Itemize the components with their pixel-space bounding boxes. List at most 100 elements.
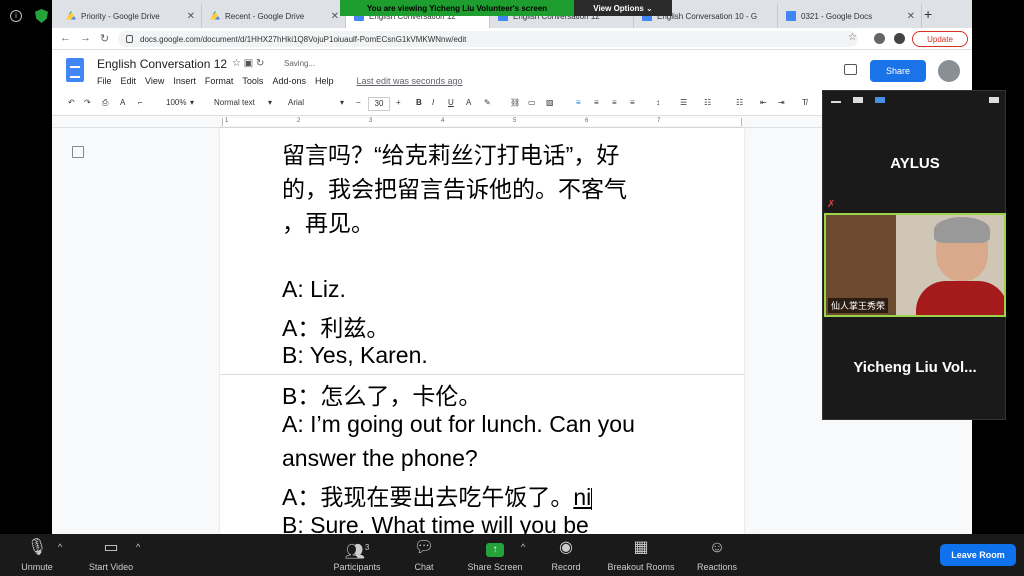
minimize-icon[interactable] <box>831 101 841 103</box>
menu-addons[interactable]: Add-ons <box>272 76 306 86</box>
bulleted-list-icon[interactable]: ☷ <box>704 98 711 107</box>
star-icon[interactable]: ☆ <box>232 58 241 69</box>
last-edit-link[interactable]: Last edit was seconds ago <box>356 76 462 86</box>
checklist-icon[interactable]: ☰ <box>680 98 687 107</box>
tab-recent-drive[interactable]: Recent - Google Drive ✕ <box>202 4 346 28</box>
increase-font-icon[interactable]: + <box>396 98 401 107</box>
decrease-indent-icon[interactable]: ⇤ <box>760 98 767 107</box>
menu-file[interactable]: File <box>97 76 112 86</box>
menu-insert[interactable]: Insert <box>173 76 196 86</box>
undo-icon[interactable]: ↶ <box>68 98 75 107</box>
document-page[interactable]: 留言吗？“给克莉丝汀打电话”，好 的，我会把留言告诉他的。不客气 ，再见。 A:… <box>220 128 744 534</box>
italic-icon[interactable]: I <box>432 98 434 107</box>
share-button[interactable]: Share <box>870 60 926 82</box>
justify-icon[interactable]: ≡ <box>630 98 635 107</box>
clear-formatting-icon[interactable]: T̸ <box>802 98 807 107</box>
forward-icon[interactable]: → <box>80 32 91 44</box>
bold-icon[interactable]: B <box>416 98 422 107</box>
zoom-select[interactable]: 100% <box>166 98 186 107</box>
tab-0321-docs[interactable]: 0321 - Google Docs ✕ <box>778 4 922 28</box>
docs-logo-icon[interactable] <box>66 58 84 82</box>
menu-help[interactable]: Help <box>315 76 334 86</box>
info-icon[interactable]: i <box>10 10 22 22</box>
doc-line: B：怎么了，卡伦。 <box>282 383 482 409</box>
extensions-icon[interactable] <box>874 33 885 44</box>
print-icon[interactable]: ⎙ <box>102 98 108 108</box>
document-outline-icon[interactable] <box>72 146 84 158</box>
back-icon[interactable]: ← <box>60 32 71 44</box>
menu-tools[interactable]: Tools <box>242 76 263 86</box>
align-right-icon[interactable]: ≡ <box>612 98 617 107</box>
bookmark-star-icon[interactable]: ☆ <box>848 32 857 43</box>
update-button[interactable]: Update <box>912 31 968 47</box>
participants-label: Participants <box>333 562 381 572</box>
doc-line: A：利兹。 <box>282 315 390 341</box>
start-video-button[interactable]: ▭ Start Video <box>66 538 156 572</box>
share-screen-label: Share Screen <box>467 562 523 572</box>
comment-history-icon[interactable] <box>844 64 857 75</box>
participants-count: 3 <box>364 543 370 552</box>
font-size-input[interactable]: 30 <box>368 97 390 111</box>
doc-line: 留言吗？“给克莉丝汀打电话”，好 <box>282 142 620 168</box>
view-mode-icon[interactable] <box>853 97 863 103</box>
reactions-button[interactable]: ☺ Reactions <box>672 538 762 572</box>
move-folder-icon[interactable]: ▣ <box>244 58 253 69</box>
reactions-icon: ☺ <box>708 539 726 556</box>
increase-indent-icon[interactable]: ⇥ <box>778 98 785 107</box>
close-tab-icon[interactable]: ✕ <box>907 11 915 22</box>
paint-format-icon[interactable]: ⌐ <box>138 98 143 107</box>
reload-icon[interactable]: ↻ <box>100 32 109 45</box>
video-person-body <box>916 281 1004 315</box>
close-tab-icon[interactable]: ✕ <box>331 11 339 22</box>
drive-icon <box>66 11 76 20</box>
link-icon[interactable]: ⛓ <box>510 98 520 107</box>
doc-line: answer the phone? <box>282 445 478 471</box>
spellcheck-icon[interactable]: A <box>120 98 125 107</box>
address-bar: ← → ↻ docs.google.com/document/d/1HHX27h… <box>52 28 972 50</box>
numbered-list-icon[interactable]: ☷ <box>736 98 743 107</box>
profile-icon[interactable] <box>894 33 905 44</box>
close-tab-icon[interactable]: ✕ <box>187 11 195 22</box>
chat-label: Chat <box>414 562 434 572</box>
cloud-sync-icon: ↻ <box>255 58 265 69</box>
expand-icon[interactable] <box>989 97 999 103</box>
gallery-view-icon[interactable] <box>875 97 885 103</box>
underline-icon[interactable]: U <box>448 98 454 107</box>
document-title[interactable]: English Conversation 12 <box>97 57 227 71</box>
url-field[interactable]: docs.google.com/document/d/1HHX27hHki1Q8… <box>118 31 858 47</box>
participant-video[interactable]: 仙人掌王秀荣 <box>824 213 1006 317</box>
video-options-icon[interactable]: ^ <box>136 542 140 552</box>
saving-status: Saving... <box>284 59 316 68</box>
doc-line: ，再见。 <box>282 210 374 236</box>
font-select[interactable]: Arial <box>288 98 304 107</box>
decrease-font-icon[interactable]: − <box>356 98 361 107</box>
tab-priority-drive[interactable]: Priority - Google Drive ✕ <box>58 4 202 28</box>
video-person-hair <box>934 217 990 243</box>
menu-format[interactable]: Format <box>205 76 234 86</box>
align-center-icon[interactable]: ≡ <box>594 98 599 107</box>
redo-icon[interactable]: ↷ <box>84 98 91 107</box>
text-color-icon[interactable]: A <box>466 98 471 107</box>
style-select[interactable]: Normal text <box>214 98 255 107</box>
ruler-track[interactable]: 1 2 3 4 5 6 7 <box>222 118 742 126</box>
viewing-banner: You are viewing Yicheng Liu Volunteer's … <box>340 0 574 16</box>
account-avatar[interactable] <box>938 60 960 82</box>
new-tab-icon[interactable]: + <box>924 6 932 22</box>
menu-view[interactable]: View <box>145 76 164 86</box>
audio-options-icon[interactable]: ^ <box>58 542 62 552</box>
doc-line: A: Liz. <box>282 276 346 302</box>
line-spacing-icon[interactable]: ↕ <box>656 98 660 107</box>
security-shield-icon[interactable] <box>35 9 48 23</box>
view-options-button[interactable]: View Options ⌄ <box>574 0 672 16</box>
align-left-icon[interactable]: ≡ <box>576 98 581 107</box>
ruler-number: 4 <box>441 118 445 124</box>
lock-icon <box>126 35 133 43</box>
docs-header: English Conversation 12 ☆ ▣ ↻ Saving... … <box>52 50 972 92</box>
leave-room-button[interactable]: Leave Room <box>940 544 1016 566</box>
menu-edit[interactable]: Edit <box>121 76 137 86</box>
insert-image-icon[interactable]: ▨ <box>546 98 554 107</box>
add-comment-icon[interactable]: ▭ <box>528 98 536 107</box>
ruler-number: 5 <box>513 118 517 124</box>
participants-video-panel: AYLUS ✗ 仙人掌王秀荣 Yicheng Liu Vol... <box>822 90 1006 420</box>
highlight-icon[interactable]: ✎ <box>484 98 491 107</box>
